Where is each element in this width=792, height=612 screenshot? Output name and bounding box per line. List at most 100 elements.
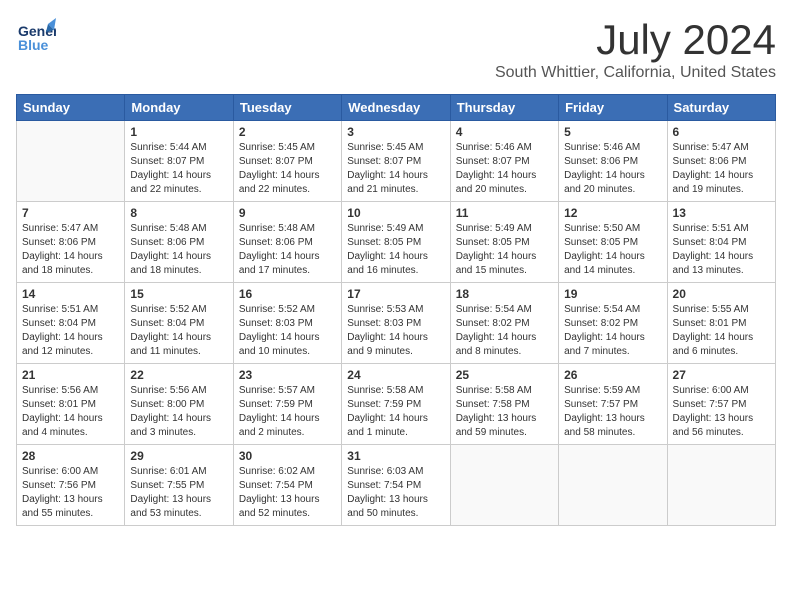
day-info: Sunrise: 5:54 AM Sunset: 8:02 PM Dayligh… <box>456 303 553 359</box>
day-number: 11 <box>456 206 553 220</box>
day-number: 20 <box>673 287 770 301</box>
week-row-2: 14 Sunrise: 5:51 AM Sunset: 8:04 PM Dayli… <box>17 283 776 364</box>
day-info: Sunrise: 5:44 AM Sunset: 8:07 PM Dayligh… <box>130 141 227 197</box>
calendar-cell: 4 Sunrise: 5:46 AM Sunset: 8:07 PM Daylig… <box>450 121 558 202</box>
days-header-row: SundayMondayTuesdayWednesdayThursdayFrid… <box>17 95 776 121</box>
day-number: 9 <box>239 206 336 220</box>
day-info: Sunrise: 5:54 AM Sunset: 8:02 PM Dayligh… <box>564 303 661 359</box>
svg-text:Blue: Blue <box>18 37 49 53</box>
day-info: Sunrise: 5:58 AM Sunset: 7:59 PM Dayligh… <box>347 384 444 440</box>
day-info: Sunrise: 5:46 AM Sunset: 8:06 PM Dayligh… <box>564 141 661 197</box>
day-info: Sunrise: 5:48 AM Sunset: 8:06 PM Dayligh… <box>239 222 336 278</box>
calendar-table: SundayMondayTuesdayWednesdayThursdayFrid… <box>16 94 776 526</box>
day-info: Sunrise: 5:49 AM Sunset: 8:05 PM Dayligh… <box>456 222 553 278</box>
day-number: 26 <box>564 368 661 382</box>
day-info: Sunrise: 6:00 AM Sunset: 7:56 PM Dayligh… <box>22 465 119 521</box>
calendar-cell: 17Sunrise: 5:53 AM Sunset: 8:03 PM Dayli… <box>342 283 450 364</box>
calendar-cell: 26 Sunrise: 5:59 AM Sunset: 7:57 PM Dayli… <box>559 364 667 445</box>
calendar-cell <box>450 445 558 526</box>
day-number: 17 <box>347 287 444 301</box>
calendar-cell: 24 Sunrise: 5:58 AM Sunset: 7:59 PM Dayli… <box>342 364 450 445</box>
calendar-cell: 15Sunrise: 5:52 AM Sunset: 8:04 PM Dayli… <box>125 283 233 364</box>
day-info: Sunrise: 5:57 AM Sunset: 7:59 PM Dayligh… <box>239 384 336 440</box>
calendar-cell: 11 Sunrise: 5:49 AM Sunset: 8:05 PM Dayli… <box>450 202 558 283</box>
day-info: Sunrise: 5:49 AM Sunset: 8:05 PM Dayligh… <box>347 222 444 278</box>
calendar-cell <box>559 445 667 526</box>
week-row-4: 28Sunrise: 6:00 AM Sunset: 7:56 PM Dayli… <box>17 445 776 526</box>
day-number: 12 <box>564 206 661 220</box>
week-row-3: 21 Sunrise: 5:56 AM Sunset: 8:01 PM Dayli… <box>17 364 776 445</box>
day-number: 27 <box>673 368 770 382</box>
day-info: Sunrise: 6:02 AM Sunset: 7:54 PM Dayligh… <box>239 465 336 521</box>
day-number: 18 <box>456 287 553 301</box>
day-number: 4 <box>456 125 553 139</box>
week-row-1: 7 Sunrise: 5:47 AM Sunset: 8:06 PM Daylig… <box>17 202 776 283</box>
day-info: Sunrise: 5:56 AM Sunset: 8:01 PM Dayligh… <box>22 384 119 440</box>
day-number: 7 <box>22 206 119 220</box>
day-number: 30 <box>239 449 336 463</box>
day-info: Sunrise: 6:00 AM Sunset: 7:57 PM Dayligh… <box>673 384 770 440</box>
day-number: 2 <box>239 125 336 139</box>
location-title: South Whittier, California, United State… <box>495 64 776 82</box>
day-header-wednesday: Wednesday <box>342 95 450 121</box>
day-number: 3 <box>347 125 444 139</box>
calendar-cell: 12 Sunrise: 5:50 AM Sunset: 8:05 PM Dayli… <box>559 202 667 283</box>
calendar-cell: 8 Sunrise: 5:48 AM Sunset: 8:06 PM Daylig… <box>125 202 233 283</box>
calendar-cell: 18 Sunrise: 5:54 AM Sunset: 8:02 PM Dayli… <box>450 283 558 364</box>
calendar-cell: 10 Sunrise: 5:49 AM Sunset: 8:05 PM Dayli… <box>342 202 450 283</box>
title-area: July 2024 South Whittier, California, Un… <box>495 16 776 82</box>
logo: General Blue <box>16 16 56 56</box>
day-number: 23 <box>239 368 336 382</box>
header: General Blue July 2024 South Whittier, C… <box>16 16 776 82</box>
day-number: 14 <box>22 287 119 301</box>
day-info: Sunrise: 5:59 AM Sunset: 7:57 PM Dayligh… <box>564 384 661 440</box>
day-info: Sunrise: 5:51 AM Sunset: 8:04 PM Dayligh… <box>22 303 119 359</box>
day-number: 8 <box>130 206 227 220</box>
calendar-cell: 27 Sunrise: 6:00 AM Sunset: 7:57 PM Dayli… <box>667 364 775 445</box>
calendar-cell: 2 Sunrise: 5:45 AM Sunset: 8:07 PM Daylig… <box>233 121 341 202</box>
day-header-sunday: Sunday <box>17 95 125 121</box>
day-info: Sunrise: 5:55 AM Sunset: 8:01 PM Dayligh… <box>673 303 770 359</box>
calendar-cell: 3 Sunrise: 5:45 AM Sunset: 8:07 PM Daylig… <box>342 121 450 202</box>
day-info: Sunrise: 5:47 AM Sunset: 8:06 PM Dayligh… <box>673 141 770 197</box>
calendar-cell: 25 Sunrise: 5:58 AM Sunset: 7:58 PM Dayli… <box>450 364 558 445</box>
day-info: Sunrise: 5:56 AM Sunset: 8:00 PM Dayligh… <box>130 384 227 440</box>
calendar-cell: 13Sunrise: 5:51 AM Sunset: 8:04 PM Dayli… <box>667 202 775 283</box>
calendar-cell: 31Sunrise: 6:03 AM Sunset: 7:54 PM Dayli… <box>342 445 450 526</box>
calendar-cell: 22 Sunrise: 5:56 AM Sunset: 8:00 PM Dayli… <box>125 364 233 445</box>
day-info: Sunrise: 5:52 AM Sunset: 8:03 PM Dayligh… <box>239 303 336 359</box>
day-info: Sunrise: 5:47 AM Sunset: 8:06 PM Dayligh… <box>22 222 119 278</box>
day-number: 29 <box>130 449 227 463</box>
day-info: Sunrise: 5:48 AM Sunset: 8:06 PM Dayligh… <box>130 222 227 278</box>
logo-icon: General Blue <box>16 16 56 56</box>
day-header-monday: Monday <box>125 95 233 121</box>
day-header-friday: Friday <box>559 95 667 121</box>
calendar-cell: 29 Sunrise: 6:01 AM Sunset: 7:55 PM Dayli… <box>125 445 233 526</box>
calendar-cell: 9 Sunrise: 5:48 AM Sunset: 8:06 PM Daylig… <box>233 202 341 283</box>
day-number: 24 <box>347 368 444 382</box>
calendar-cell: 14 Sunrise: 5:51 AM Sunset: 8:04 PM Dayli… <box>17 283 125 364</box>
day-number: 25 <box>456 368 553 382</box>
day-number: 13 <box>673 206 770 220</box>
calendar-cell: 20 Sunrise: 5:55 AM Sunset: 8:01 PM Dayli… <box>667 283 775 364</box>
day-info: Sunrise: 5:46 AM Sunset: 8:07 PM Dayligh… <box>456 141 553 197</box>
day-header-saturday: Saturday <box>667 95 775 121</box>
day-number: 10 <box>347 206 444 220</box>
day-number: 5 <box>564 125 661 139</box>
day-info: Sunrise: 5:58 AM Sunset: 7:58 PM Dayligh… <box>456 384 553 440</box>
day-header-tuesday: Tuesday <box>233 95 341 121</box>
calendar-cell: 1Sunrise: 5:44 AM Sunset: 8:07 PM Daylig… <box>125 121 233 202</box>
day-info: Sunrise: 5:45 AM Sunset: 8:07 PM Dayligh… <box>239 141 336 197</box>
week-row-0: 1Sunrise: 5:44 AM Sunset: 8:07 PM Daylig… <box>17 121 776 202</box>
calendar-cell: 19Sunrise: 5:54 AM Sunset: 8:02 PM Dayli… <box>559 283 667 364</box>
day-info: Sunrise: 6:01 AM Sunset: 7:55 PM Dayligh… <box>130 465 227 521</box>
day-number: 22 <box>130 368 227 382</box>
day-info: Sunrise: 5:52 AM Sunset: 8:04 PM Dayligh… <box>130 303 227 359</box>
calendar-cell: 6 Sunrise: 5:47 AM Sunset: 8:06 PM Daylig… <box>667 121 775 202</box>
month-title: July 2024 <box>495 16 776 64</box>
day-number: 6 <box>673 125 770 139</box>
day-info: Sunrise: 5:45 AM Sunset: 8:07 PM Dayligh… <box>347 141 444 197</box>
day-info: Sunrise: 5:50 AM Sunset: 8:05 PM Dayligh… <box>564 222 661 278</box>
day-number: 21 <box>22 368 119 382</box>
calendar-cell: 28Sunrise: 6:00 AM Sunset: 7:56 PM Dayli… <box>17 445 125 526</box>
